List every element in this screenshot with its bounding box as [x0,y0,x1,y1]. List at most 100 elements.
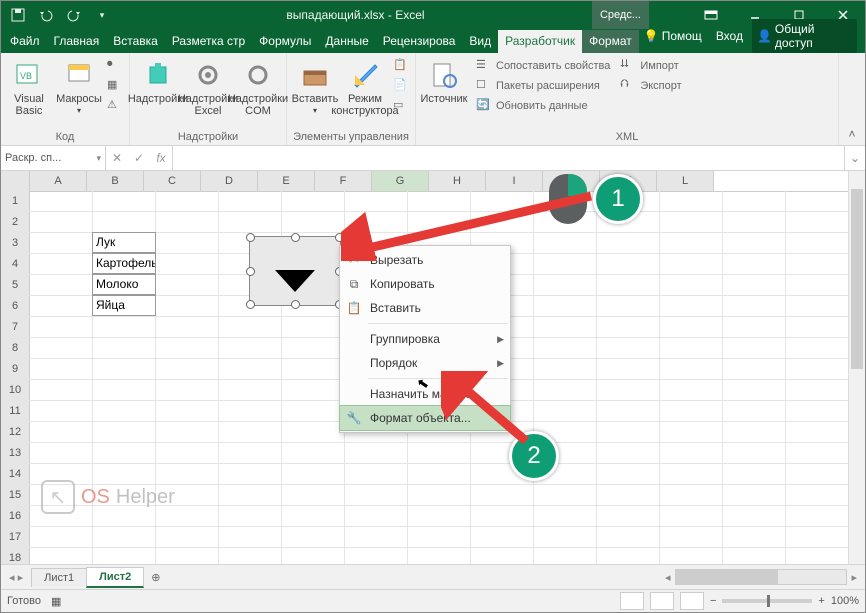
cell[interactable] [93,443,156,463]
cell[interactable] [408,485,471,505]
expansion-packs-button[interactable]: ☐Пакеты расширения [474,77,612,95]
cell[interactable] [660,359,723,379]
cell[interactable] [219,422,282,442]
cell[interactable] [597,359,660,379]
cell[interactable] [219,380,282,400]
cell[interactable] [156,380,219,400]
macro-record-status-icon[interactable]: ▦ [51,595,61,608]
cell[interactable] [660,443,723,463]
menu-item[interactable]: Порядок▶ [340,351,510,375]
cell[interactable] [597,443,660,463]
undo-icon[interactable] [35,4,57,26]
tab-home[interactable]: Главная [47,30,107,53]
cell[interactable] [156,254,219,274]
cell[interactable] [723,233,786,253]
cell[interactable] [660,233,723,253]
view-code-button[interactable]: 📄 [391,77,411,95]
cell[interactable] [597,275,660,295]
macro-security-button[interactable]: ⚠ [105,97,125,115]
cell[interactable] [723,485,786,505]
cell[interactable] [30,443,93,463]
zoom-level[interactable]: 100% [831,595,859,607]
import-button[interactable]: ⮇Импорт [618,57,683,75]
row-header[interactable]: 3 [1,233,30,253]
cell[interactable] [660,275,723,295]
cell[interactable] [660,296,723,316]
fx-button[interactable]: fx [150,151,172,165]
row-header[interactable]: 14 [1,464,30,484]
cell[interactable] [597,422,660,442]
cell[interactable] [30,191,93,211]
cell[interactable] [534,527,597,547]
login-button[interactable]: Вход [711,26,748,46]
cell[interactable] [660,191,723,211]
row-header[interactable]: 10 [1,380,30,400]
cell[interactable] [660,212,723,232]
cell[interactable] [282,338,345,358]
column-header[interactable]: G [372,171,429,191]
cell[interactable] [30,254,93,274]
cell[interactable] [282,359,345,379]
cell[interactable] [660,527,723,547]
cell[interactable] [156,443,219,463]
row-header[interactable]: 15 [1,485,30,505]
cell[interactable] [219,191,282,211]
name-box[interactable]: Раскр. сп...▾ [1,146,106,170]
cell[interactable] [723,212,786,232]
zoom-in-button[interactable]: + [818,595,824,607]
cell[interactable] [156,233,219,253]
row-header[interactable]: 13 [1,443,30,463]
cell[interactable] [30,548,93,564]
cell[interactable] [408,506,471,526]
cell[interactable] [93,191,156,211]
cell[interactable] [723,191,786,211]
spreadsheet-grid[interactable]: ABCDEFGHIJKL123Лук4Картофель5Молоко6Яйца… [1,171,865,564]
export-button[interactable]: ⮉Экспорт [618,77,683,95]
cell[interactable] [219,212,282,232]
sheet-nav[interactable]: ◂ ▸ [1,571,31,584]
zoom-slider[interactable] [722,599,812,603]
cell[interactable] [534,506,597,526]
cell[interactable] [660,380,723,400]
cell[interactable] [156,275,219,295]
cell[interactable] [534,401,597,421]
column-header[interactable]: H [429,171,486,191]
cell[interactable]: Яйца [92,295,156,316]
row-header[interactable]: 5 [1,275,30,295]
cell[interactable] [93,317,156,337]
vertical-scrollbar[interactable] [848,171,865,564]
save-icon[interactable] [7,4,29,26]
cell[interactable] [660,254,723,274]
cell[interactable] [219,548,282,564]
cell[interactable] [93,548,156,564]
cell[interactable] [723,254,786,274]
cell[interactable] [408,548,471,564]
cell[interactable] [723,401,786,421]
cell[interactable] [282,485,345,505]
add-sheet-button[interactable]: ⊕ [143,571,168,584]
cell[interactable] [282,212,345,232]
design-mode-button[interactable]: Режим конструктора [341,55,389,117]
cell[interactable] [345,485,408,505]
cell[interactable] [156,422,219,442]
cell[interactable] [534,254,597,274]
menu-item[interactable]: ⧉Копировать [340,272,510,296]
cell[interactable] [93,401,156,421]
resize-handle[interactable] [291,233,300,242]
scrollbar-thumb[interactable] [851,189,863,369]
cell[interactable] [471,506,534,526]
cell[interactable] [30,422,93,442]
cell[interactable] [597,254,660,274]
column-header[interactable]: D [201,171,258,191]
record-macro-button[interactable]: ⏺ [105,57,125,75]
resize-handle[interactable] [246,233,255,242]
cell[interactable] [408,527,471,547]
cell[interactable] [660,548,723,564]
cell[interactable] [660,506,723,526]
cell[interactable] [93,359,156,379]
zoom-out-button[interactable]: − [710,595,716,607]
cell[interactable] [30,380,93,400]
page-break-view-button[interactable] [680,592,704,610]
cell[interactable] [534,548,597,564]
cell[interactable] [30,212,93,232]
